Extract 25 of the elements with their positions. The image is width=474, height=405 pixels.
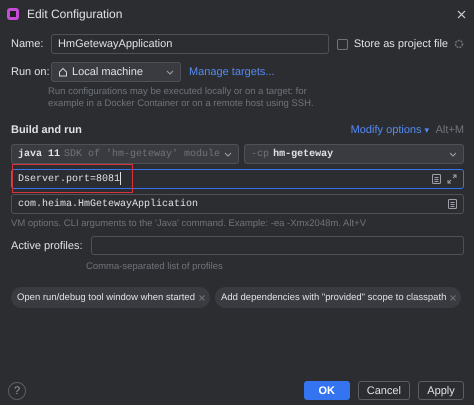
jdk-dropdown[interactable]: java 11 SDK of 'hm-geteway' module [11, 144, 240, 164]
section-title: Build and run [11, 124, 83, 136]
store-as-project-file-label: Store as project file [354, 38, 448, 50]
vm-options-field[interactable]: Dserver.port=8081 [11, 169, 464, 189]
option-chip[interactable]: Add dependencies with "provided" scope to classpath [214, 287, 462, 308]
vm-options-hint: VM options. CLI arguments to the 'Java' command. Example: -ea -Xmx2048m. Alt+V [11, 218, 368, 230]
name-label: Name: [11, 38, 44, 50]
apply-button[interactable]: Apply [418, 381, 464, 400]
caret-icon[interactable]: ▾ [424, 125, 430, 135]
run-on-hint: Run configurations may be executed locally or on a target: for example in a Docker Container or on a remote host using SSH. [48, 86, 315, 110]
shortcut-hint: Alt+M [436, 124, 464, 136]
run-on-label: Run on: [11, 66, 47, 78]
classpath-dropdown[interactable]: -cp hm-geteway [244, 144, 464, 164]
manage-targets-link[interactable]: Manage targets... [189, 66, 275, 78]
run-on-dropdown[interactable]: Local machine [51, 62, 181, 82]
active-profiles-label: Active profiles: [11, 240, 83, 252]
name-field[interactable]: HmGetewayApplication [50, 34, 329, 54]
window-title: Edit Configuration [27, 7, 124, 21]
active-profiles-hint: Comma-separated list of profiles [86, 261, 224, 273]
cancel-button[interactable]: Cancel [358, 381, 410, 400]
help-button[interactable]: ? [8, 382, 26, 400]
option-chip[interactable]: Open run/debug tool window when started [11, 287, 210, 308]
modify-options-link[interactable]: Modify options [350, 124, 422, 136]
main-class-field[interactable]: com.heima.HmGetewayApplication [11, 194, 464, 214]
ok-button[interactable]: OK [304, 381, 350, 400]
